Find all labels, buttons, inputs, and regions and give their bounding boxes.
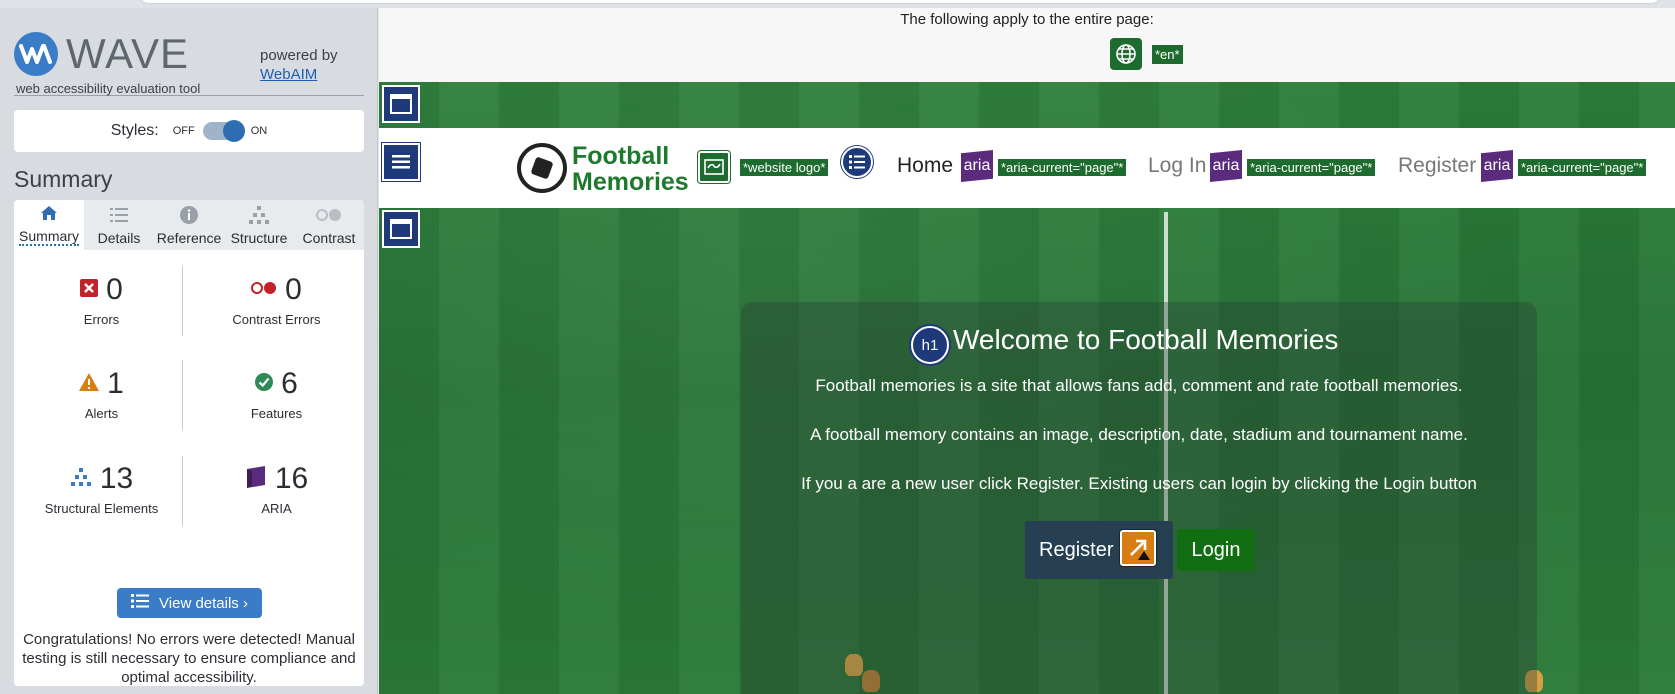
aria-current-tag: *aria-current="page"* (998, 159, 1127, 176)
apply-text: The following apply to the entire page: (900, 11, 1154, 28)
stat-label: Errors (83, 312, 120, 327)
stat-value: 13 (99, 462, 134, 495)
site-navbar: Football Memories *website logo* Home ar… (379, 128, 1675, 208)
home-icon (40, 202, 58, 224)
globe-icon[interactable] (1110, 38, 1142, 70)
powered-by-text: powered by (260, 47, 338, 64)
brand-line-1: Football (572, 142, 670, 170)
contrast-icon (316, 204, 342, 226)
wave-logo-row: WAVE web accessibility evaluation tool p… (14, 24, 364, 96)
welcome-card (741, 302, 1537, 694)
wave-tagline: web accessibility evaluation tool (16, 81, 201, 96)
toggle-on-label: ON (250, 125, 268, 137)
webaim-link[interactable]: WebAIM (260, 65, 338, 84)
stat-contrast-errors[interactable]: 0 Contrast Errors (189, 272, 364, 362)
stat-features[interactable]: 6 Features (189, 366, 364, 456)
view-details-label: View details › (159, 594, 248, 612)
tab-label: Structure (230, 230, 288, 246)
tab-label: Summary (19, 228, 79, 246)
styles-label: Styles: (110, 122, 159, 139)
aria-icon[interactable]: aria (961, 150, 993, 182)
styles-toggle-box: Styles: OFF ON (14, 110, 364, 152)
stat-label: Structural Elements (44, 501, 159, 516)
nav-login-link[interactable]: Log In (1148, 154, 1206, 178)
info-icon (180, 204, 198, 226)
stat-value: 1 (107, 367, 124, 400)
view-details-button[interactable]: View details › (117, 588, 262, 618)
navigation-icon[interactable] (382, 143, 420, 181)
stat-alerts[interactable]: 1 Alerts (14, 366, 189, 456)
linked-image-icon[interactable] (698, 151, 730, 183)
aria-cube-icon (245, 465, 267, 493)
tab-contrast[interactable]: Contrast (294, 200, 364, 250)
heading-h1-icon[interactable]: h1 (911, 326, 949, 364)
feature-check-icon (255, 372, 274, 396)
wave-logo-icon (14, 32, 58, 76)
stat-value: 0 (106, 273, 123, 306)
summary-panel: Summary Details Reference Structure Cont… (14, 200, 364, 686)
alt-text-tag: *website logo* (740, 159, 829, 176)
page-title: Welcome to Football Memories (953, 324, 1339, 355)
brand-text[interactable]: Football Memories (572, 143, 689, 195)
aria-current-tag: *aria-current="page"* (1247, 159, 1376, 176)
brand-line-2: Memories (572, 168, 689, 196)
intro-paragraph: If you a are a new user click Register. … (801, 474, 1477, 493)
wave-sidebar: WAVE web accessibility evaluation tool p… (0, 8, 378, 694)
toggle-knob[interactable] (222, 120, 245, 142)
stat-value: 16 (274, 462, 309, 495)
wave-logo-word: WAVE (66, 30, 190, 77)
toggle-off-label: OFF (172, 125, 195, 137)
powered-by: powered by WebAIM (260, 46, 338, 84)
region-icon[interactable] (382, 210, 420, 248)
stat-label: Features (250, 406, 303, 421)
region-icon[interactable] (382, 85, 420, 123)
browser-tab-strip (0, 0, 1675, 8)
contrast-error-icon (251, 281, 277, 299)
list-icon (110, 204, 128, 226)
stat-label: Contrast Errors (232, 312, 321, 327)
stat-errors[interactable]: 0 Errors (14, 272, 189, 362)
tab-summary[interactable]: Summary (14, 200, 84, 250)
redundant-link-alert-icon[interactable] (1120, 530, 1156, 566)
intro-paragraph: A football memory contains an image, des… (810, 425, 1468, 444)
alert-icon (79, 372, 100, 396)
stat-structural-elements[interactable]: 13 Structural Elements (14, 461, 189, 551)
tab-reference[interactable]: Reference (154, 200, 224, 250)
structure-icon (70, 467, 92, 491)
structure-icon (249, 204, 269, 226)
error-icon (80, 278, 99, 302)
tab-label: Details (97, 230, 141, 246)
styles-toggle[interactable] (202, 120, 245, 142)
summary-heading: Summary (14, 166, 113, 192)
congrats-message: Congratulations! No errors were detected… (22, 631, 356, 686)
tab-structure[interactable]: Structure (224, 200, 294, 250)
list-icon[interactable] (841, 146, 873, 178)
nav-home-link[interactable]: Home (897, 154, 953, 178)
login-button[interactable]: Login (1177, 529, 1255, 571)
stat-label: ARIA (261, 501, 292, 516)
football-logo-icon[interactable] (517, 143, 567, 193)
stat-aria[interactable]: 16 ARIA (189, 461, 364, 551)
tab-label: Reference (156, 230, 222, 246)
stat-label: Alerts (84, 406, 119, 421)
stat-value: 6 (281, 367, 298, 400)
nav-register-link[interactable]: Register (1398, 154, 1476, 178)
aria-current-tag: *aria-current="page"* (1518, 159, 1647, 176)
address-bar[interactable] (140, 0, 1660, 4)
aria-icon[interactable]: aria (1481, 150, 1513, 182)
language-tag: *en* (1152, 45, 1183, 64)
intro-paragraph: Football memories is a site that allows … (815, 376, 1463, 395)
tab-details[interactable]: Details (84, 200, 154, 250)
panel-tabs: Summary Details Reference Structure Cont… (14, 200, 364, 250)
evaluated-page: The following apply to the entire page: … (379, 8, 1675, 694)
tab-label: Contrast (302, 230, 356, 246)
aria-icon[interactable]: aria (1210, 150, 1242, 182)
list-icon (131, 594, 150, 612)
stat-value: 0 (285, 273, 302, 306)
page-level-annotations: The following apply to the entire page: … (379, 8, 1675, 82)
